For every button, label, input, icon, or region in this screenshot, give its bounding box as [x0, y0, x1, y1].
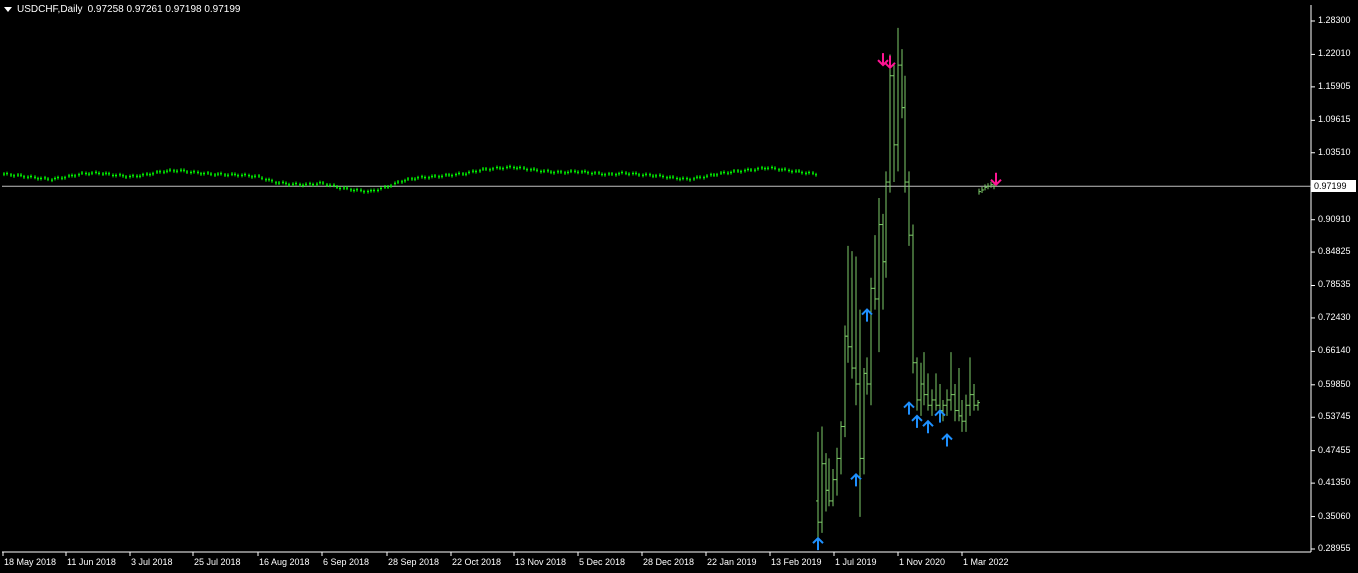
- time-tick-label: 22 Oct 2018: [452, 557, 502, 567]
- price-tick-label: 1.03510: [1318, 146, 1351, 157]
- time-tick-label: 13 Feb 2019: [771, 557, 822, 567]
- price-tick-label: 0.47455: [1318, 444, 1351, 455]
- time-tick-label: 28 Sep 2018: [388, 557, 440, 567]
- current-price-label: 0.97199: [1311, 180, 1356, 192]
- time-tick-label: 25 Jul 2018: [194, 557, 241, 567]
- price-tick-label: 0.90910: [1318, 213, 1351, 224]
- time-tick-label: 3 Jul 2018: [131, 557, 173, 567]
- chart-window[interactable]: USDCHF,Daily 0.97258 0.97261 0.97198 0.9…: [0, 0, 1358, 573]
- price-tick-label: 1.09615: [1318, 114, 1351, 125]
- price-tick-label: 0.78535: [1318, 279, 1351, 290]
- price-tick-label: 0.84825: [1318, 246, 1351, 257]
- time-tick-label: 1 Nov 2020: [899, 557, 946, 567]
- symbol-timeframe: USDCHF,Daily: [17, 4, 83, 15]
- price-tick-label: 0.66140: [1318, 345, 1351, 356]
- price-tick-label: 1.22010: [1318, 48, 1351, 59]
- time-tick-label: 6 Sep 2018: [323, 557, 370, 567]
- chart-menu-triangle-icon[interactable]: [4, 7, 12, 12]
- ohlc-readout: 0.97258 0.97261 0.97198 0.97199: [87, 4, 241, 15]
- time-tick-label: 1 Jul 2019: [835, 557, 877, 567]
- price-tick-label: 0.35060: [1318, 510, 1351, 521]
- time-tick-label: 18 May 2018: [4, 557, 57, 567]
- time-tick-label: 28 Dec 2018: [643, 557, 695, 567]
- time-tick-label: 16 Aug 2018: [259, 557, 310, 567]
- time-tick-label: 1 Mar 2022: [963, 557, 1009, 567]
- price-tick-label: 0.41350: [1318, 477, 1351, 488]
- price-tick-label: 1.28300: [1318, 15, 1351, 25]
- chart-header: USDCHF,Daily 0.97258 0.97261 0.97198 0.9…: [4, 4, 241, 15]
- price-tick-label: 0.53745: [1318, 411, 1351, 422]
- price-tick-label: 0.28955: [1318, 543, 1351, 553]
- down-arrow-icon: [990, 172, 1002, 187]
- price-tick-label: 1.15905: [1318, 80, 1351, 91]
- up-arrow-icon: [911, 414, 923, 428]
- time-tick-label: 22 Jan 2019: [707, 557, 757, 567]
- up-arrow-icon: [812, 536, 824, 551]
- time-tick-label: 11 Jun 2018: [67, 557, 116, 567]
- time-tick-label: 13 Nov 2018: [515, 557, 567, 567]
- price-chart[interactable]: [0, 0, 1358, 573]
- up-arrow-icon: [903, 401, 915, 415]
- up-arrow-icon: [922, 419, 934, 434]
- time-tick-label: 5 Dec 2018: [579, 557, 626, 567]
- up-arrow-icon: [941, 433, 953, 447]
- price-tick-label: 0.59850: [1318, 378, 1351, 389]
- price-tick-label: 0.72430: [1318, 311, 1351, 322]
